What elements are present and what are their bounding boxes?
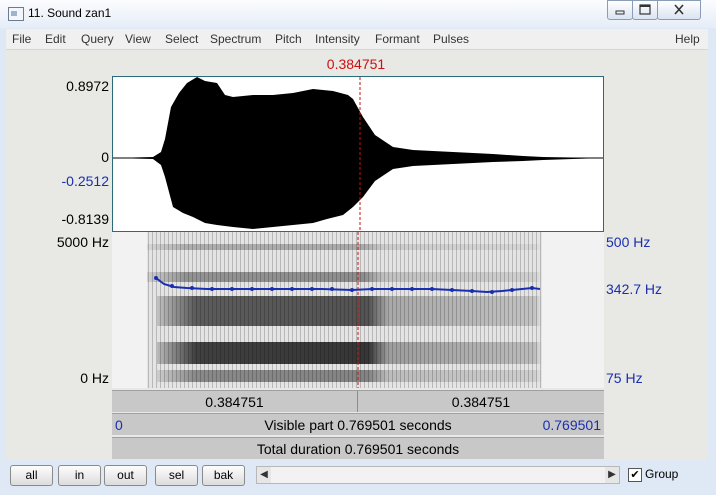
pitch-value-label: 342.7 Hz (606, 281, 663, 297)
window-app-icon[interactable] (8, 7, 24, 21)
spectrogram-band-upper (147, 272, 542, 282)
waveform-envelope (113, 77, 603, 229)
menu-formant[interactable]: Formant (375, 32, 420, 46)
minimize-icon (615, 10, 625, 15)
waveform-plot (113, 77, 603, 231)
menu-help[interactable]: Help (675, 32, 700, 46)
menu-pitch[interactable]: Pitch (275, 32, 302, 46)
waveform-panel[interactable] (112, 76, 604, 232)
bottom-toolbar: all in out sel bak ◀ ▶ ✔ Group (6, 462, 708, 490)
title-bar[interactable]: 11. Sound zan1 (0, 0, 716, 28)
right-segment-duration[interactable]: 0.384751 (358, 391, 604, 412)
scroll-left-arrow-icon[interactable]: ◀ (257, 467, 271, 483)
visible-end-time: 0.769501 (542, 417, 601, 433)
maximize-button[interactable] (632, 0, 658, 20)
horizontal-scrollbar[interactable]: ◀ ▶ (256, 466, 620, 484)
zoom-out-button[interactable]: out (104, 465, 147, 486)
menu-spectrum[interactable]: Spectrum (210, 32, 261, 46)
group-label: Group (645, 467, 679, 481)
spectrogram-freq-max: 5000 Hz (56, 234, 109, 250)
selection-bar[interactable]: 0.384751 0.384751 (112, 390, 604, 412)
spectrogram-band-high (147, 244, 542, 250)
spectrogram-panel[interactable] (112, 232, 604, 388)
pitch-max-label: 500 Hz (606, 234, 651, 250)
visible-part-bar[interactable]: 0 Visible part 0.769501 seconds 0.769501 (112, 413, 604, 435)
window-title: 11. Sound zan1 (28, 6, 112, 20)
zoom-all-button[interactable]: all (10, 465, 53, 486)
praat-sound-window: 11. Sound zan1 File Edit Query View Sele… (0, 0, 716, 495)
menu-edit[interactable]: Edit (45, 32, 66, 46)
menu-intensity[interactable]: Intensity (315, 32, 360, 46)
spectrogram-band-f1 (157, 342, 542, 364)
menu-view[interactable]: View (125, 32, 151, 46)
total-duration-text: Total duration 0.769501 seconds (256, 440, 460, 457)
waveform-y-cursor-value: -0.2512 (61, 173, 109, 189)
spectrogram-band-low (157, 370, 542, 382)
left-segment-duration[interactable]: 0.384751 (112, 391, 357, 412)
visible-part-text: Visible part 0.769501 seconds (264, 416, 452, 433)
cursor-time-label: 0.384751 (326, 56, 386, 72)
waveform-y-zero: 0 (101, 149, 109, 165)
group-checkbox[interactable]: ✔ (628, 468, 642, 482)
maximize-icon (639, 4, 651, 15)
zoom-selection-button[interactable]: sel (155, 465, 198, 486)
menu-query[interactable]: Query (81, 32, 114, 46)
total-duration-bar[interactable]: Total duration 0.769501 seconds (112, 437, 604, 459)
minimize-button[interactable] (607, 0, 633, 20)
menu-file[interactable]: File (12, 32, 31, 46)
spectrogram-freq-min: 0 Hz (80, 370, 109, 386)
close-button[interactable] (657, 0, 701, 20)
waveform-y-min: -0.8139 (61, 211, 109, 227)
pitch-min-label: 75 Hz (606, 370, 643, 386)
close-icon (674, 4, 684, 15)
zoom-in-button[interactable]: in (58, 465, 101, 486)
menu-bar: File Edit Query View Select Spectrum Pit… (6, 29, 708, 50)
waveform-y-max: 0.8972 (66, 78, 109, 94)
menu-select[interactable]: Select (165, 32, 198, 46)
spectrogram-plot (147, 232, 542, 388)
scroll-right-arrow-icon[interactable]: ▶ (605, 467, 619, 483)
spectrogram-band-f2 (157, 296, 542, 326)
zoom-back-button[interactable]: bak (202, 465, 245, 486)
menu-pulses[interactable]: Pulses (433, 32, 469, 46)
